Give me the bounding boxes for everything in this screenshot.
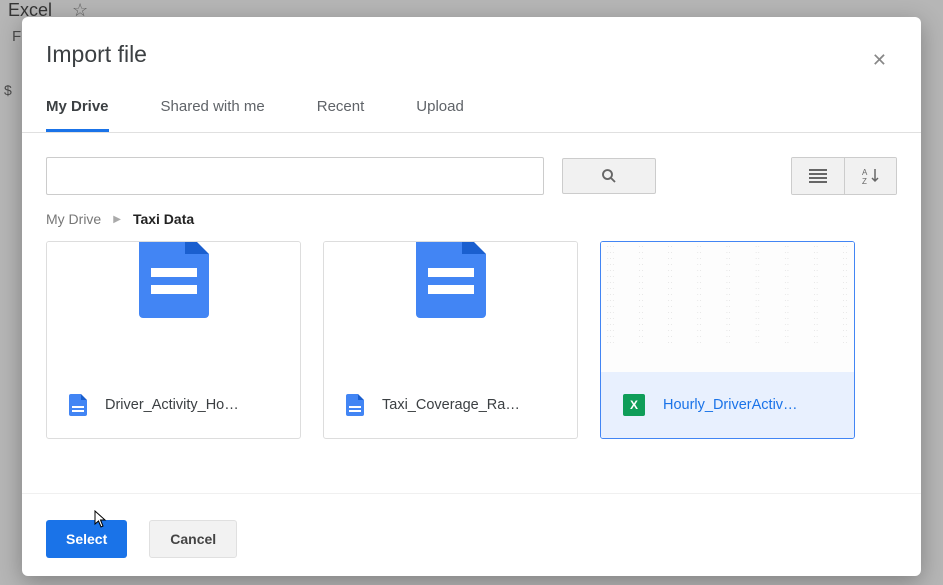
- file-card-sheet-selected[interactable]: /*rows rendered below via loop look*/ ··…: [600, 241, 855, 439]
- doc-type-icon: [346, 394, 364, 416]
- sort-az-icon: A Z: [862, 168, 880, 184]
- file-preview: [324, 242, 577, 372]
- search-icon: [600, 167, 618, 185]
- import-file-modal: Import file ✕ My Drive Shared with me Re…: [22, 17, 921, 576]
- action-bar: Select Cancel: [22, 493, 921, 576]
- close-button[interactable]: ✕: [866, 49, 893, 72]
- svg-text:A: A: [862, 168, 868, 177]
- file-grid: Driver_Activity_Ho… Taxi_Coverage_Ra… /*…: [22, 241, 921, 483]
- file-card-doc-1[interactable]: Driver_Activity_Ho…: [46, 241, 301, 439]
- cancel-button[interactable]: Cancel: [149, 520, 237, 558]
- sheet-type-icon: X: [623, 394, 645, 416]
- tab-upload[interactable]: Upload: [416, 98, 464, 132]
- modal-title: Import file: [46, 41, 897, 68]
- file-card-doc-2[interactable]: Taxi_Coverage_Ra…: [323, 241, 578, 439]
- list-icon: [809, 169, 827, 183]
- breadcrumb: My Drive ▶ Taxi Data: [22, 205, 921, 241]
- file-name: Hourly_DriverActiv…: [663, 397, 832, 413]
- file-name: Taxi_Coverage_Ra…: [382, 397, 555, 413]
- breadcrumb-current[interactable]: Taxi Data: [133, 211, 194, 227]
- search-button[interactable]: [562, 158, 656, 194]
- bg-fragment-1: F: [12, 28, 21, 45]
- select-button[interactable]: Select: [46, 520, 127, 558]
- chevron-right-icon: ▶: [113, 214, 121, 225]
- search-input[interactable]: [46, 157, 544, 195]
- file-preview: /*rows rendered below via loop look*/ ··…: [601, 242, 854, 372]
- tab-recent[interactable]: Recent: [317, 98, 365, 132]
- file-name: Driver_Activity_Ho…: [105, 397, 278, 413]
- svg-text:Z: Z: [862, 177, 867, 184]
- list-view-button[interactable]: [792, 158, 844, 194]
- view-toggle-group: A Z: [791, 157, 897, 195]
- doc-icon: [139, 241, 209, 318]
- doc-type-icon: [69, 394, 87, 416]
- source-tabs: My Drive Shared with me Recent Upload: [22, 68, 921, 133]
- tab-shared-with-me[interactable]: Shared with me: [161, 98, 265, 132]
- breadcrumb-root[interactable]: My Drive: [46, 211, 101, 227]
- spreadsheet-thumbnail: /*rows rendered below via loop look*/ ··…: [601, 242, 854, 372]
- file-preview: [47, 242, 300, 372]
- sort-button[interactable]: A Z: [844, 158, 896, 194]
- doc-icon: [416, 241, 486, 318]
- tab-my-drive[interactable]: My Drive: [46, 98, 109, 132]
- bg-fragment-2: $: [4, 82, 12, 98]
